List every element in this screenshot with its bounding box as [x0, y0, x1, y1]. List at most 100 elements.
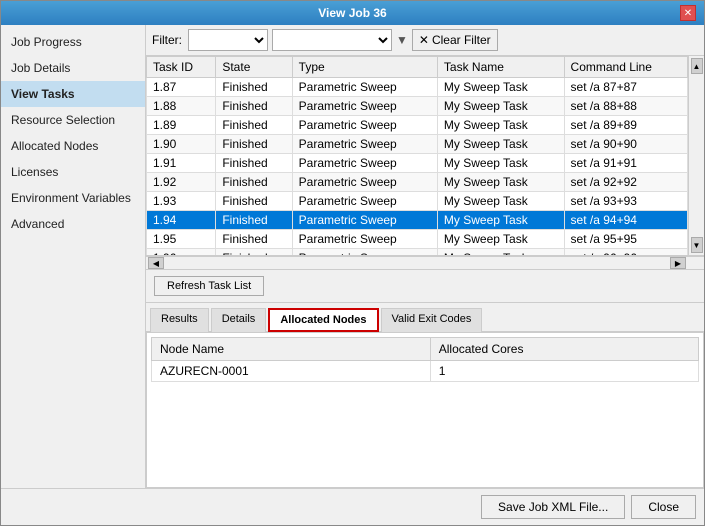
table-row[interactable]: 1.88FinishedParametric SweepMy Sweep Tas…	[147, 97, 688, 116]
table-row[interactable]: 1.92FinishedParametric SweepMy Sweep Tas…	[147, 173, 688, 192]
task-table-wrapper: Task ID State Type Task Name Command Lin…	[146, 56, 704, 256]
cell-type: Parametric Sweep	[292, 230, 437, 249]
horizontal-scrollbar[interactable]: ◀ ▶	[146, 256, 704, 270]
cell-state: Finished	[216, 116, 292, 135]
cell-state: Finished	[216, 192, 292, 211]
col-command-line: Command Line	[564, 57, 687, 78]
refresh-task-list-button[interactable]: Refresh Task List	[154, 276, 264, 296]
table-row[interactable]: 1.93FinishedParametric SweepMy Sweep Tas…	[147, 192, 688, 211]
cell-task_name: My Sweep Task	[437, 78, 564, 97]
sidebar: Job ProgressJob DetailsView TasksResourc…	[1, 25, 146, 488]
task-table-header-row: Task ID State Type Task Name Command Lin…	[147, 57, 688, 78]
cell-state: Finished	[216, 97, 292, 116]
task-table: Task ID State Type Task Name Command Lin…	[146, 56, 688, 256]
window-title: View Job 36	[25, 6, 680, 20]
sidebar-item-resource-selection[interactable]: Resource Selection	[1, 107, 145, 133]
bottom-panel: ResultsDetailsAllocated NodesValid Exit …	[146, 303, 704, 488]
cell-state: Finished	[216, 135, 292, 154]
cell-type: Parametric Sweep	[292, 211, 437, 230]
filter-dropdown-1[interactable]	[188, 29, 268, 51]
cell-type: Parametric Sweep	[292, 192, 437, 211]
cell-type: Parametric Sweep	[292, 249, 437, 257]
refresh-section: Refresh Task List	[146, 270, 704, 303]
table-row[interactable]: 1.94FinishedParametric SweepMy Sweep Tas…	[147, 211, 688, 230]
table-row[interactable]: 1.87FinishedParametric SweepMy Sweep Tas…	[147, 78, 688, 97]
close-button[interactable]: Close	[631, 495, 696, 519]
sidebar-item-view-tasks[interactable]: View Tasks	[1, 81, 145, 107]
sidebar-item-environment-variables[interactable]: Environment Variables	[1, 185, 145, 211]
table-row[interactable]: 1.95FinishedParametric SweepMy Sweep Tas…	[147, 230, 688, 249]
cell-task_id: 1.88	[147, 97, 216, 116]
cell-command_line: set /a 91+91	[564, 154, 687, 173]
action-bar: Save Job XML File... Close	[1, 488, 704, 525]
filter-icon: ▼	[396, 33, 408, 47]
cell-command_line: set /a 89+89	[564, 116, 687, 135]
cell-command_line: set /a 94+94	[564, 211, 687, 230]
tab-details[interactable]: Details	[211, 308, 267, 332]
col-state: State	[216, 57, 292, 78]
cell-command_line: set /a 92+92	[564, 173, 687, 192]
vertical-scrollbar[interactable]: ▲ ▼	[688, 56, 704, 256]
filter-bar: Filter: ▼ ✕ Clear Filter	[146, 25, 704, 56]
title-bar: View Job 36 ✕	[1, 1, 704, 25]
cell-type: Parametric Sweep	[292, 173, 437, 192]
col-node-name: Node Name	[152, 338, 431, 361]
table-row[interactable]: 1.90FinishedParametric SweepMy Sweep Tas…	[147, 135, 688, 154]
cell-task_name: My Sweep Task	[437, 211, 564, 230]
filter-dropdown-2[interactable]	[272, 29, 392, 51]
col-type: Type	[292, 57, 437, 78]
window-body: Job ProgressJob DetailsView TasksResourc…	[1, 25, 704, 488]
table-row[interactable]: 1.96FinishedParametric SweepMy Sweep Tas…	[147, 249, 688, 257]
nodes-table-row: AZURECN-00011	[152, 361, 699, 382]
cell-task_name: My Sweep Task	[437, 97, 564, 116]
cell-task_name: My Sweep Task	[437, 116, 564, 135]
cell-task_id: 1.87	[147, 78, 216, 97]
cell-command_line: set /a 87+87	[564, 78, 687, 97]
cell-task_id: 1.92	[147, 173, 216, 192]
cell-type: Parametric Sweep	[292, 154, 437, 173]
tab-results[interactable]: Results	[150, 308, 209, 332]
main-content: Filter: ▼ ✕ Clear Filter	[146, 25, 704, 488]
sidebar-item-licenses[interactable]: Licenses	[1, 159, 145, 185]
clear-filter-x-icon: ✕	[419, 33, 429, 47]
clear-filter-label: Clear Filter	[432, 33, 491, 47]
allocated-cores-cell: 1	[430, 361, 698, 382]
cell-state: Finished	[216, 211, 292, 230]
cell-type: Parametric Sweep	[292, 78, 437, 97]
clear-filter-button[interactable]: ✕ Clear Filter	[412, 29, 498, 51]
cell-task_name: My Sweep Task	[437, 173, 564, 192]
sidebar-item-job-progress[interactable]: Job Progress	[1, 29, 145, 55]
sidebar-item-advanced[interactable]: Advanced	[1, 211, 145, 237]
cell-state: Finished	[216, 249, 292, 257]
save-job-xml-button[interactable]: Save Job XML File...	[481, 495, 625, 519]
cell-task_name: My Sweep Task	[437, 192, 564, 211]
cell-type: Parametric Sweep	[292, 135, 437, 154]
cell-state: Finished	[216, 173, 292, 192]
sidebar-item-job-details[interactable]: Job Details	[1, 55, 145, 81]
tab-valid-exit-codes[interactable]: Valid Exit Codes	[381, 308, 483, 332]
nodes-table: Node Name Allocated Cores AZURECN-00011	[151, 337, 699, 382]
cell-task_id: 1.95	[147, 230, 216, 249]
cell-command_line: set /a 96+96	[564, 249, 687, 257]
sidebar-item-allocated-nodes[interactable]: Allocated Nodes	[1, 133, 145, 159]
cell-type: Parametric Sweep	[292, 116, 437, 135]
cell-state: Finished	[216, 230, 292, 249]
cell-task_id: 1.94	[147, 211, 216, 230]
table-row[interactable]: 1.89FinishedParametric SweepMy Sweep Tas…	[147, 116, 688, 135]
cell-task_id: 1.90	[147, 135, 216, 154]
col-task-name: Task Name	[437, 57, 564, 78]
cell-type: Parametric Sweep	[292, 97, 437, 116]
node-name-cell: AZURECN-0001	[152, 361, 431, 382]
tab-allocated-nodes[interactable]: Allocated Nodes	[268, 308, 378, 332]
cell-task_id: 1.89	[147, 116, 216, 135]
cell-task_name: My Sweep Task	[437, 154, 564, 173]
tabs-bar: ResultsDetailsAllocated NodesValid Exit …	[146, 303, 704, 332]
table-row[interactable]: 1.91FinishedParametric SweepMy Sweep Tas…	[147, 154, 688, 173]
task-table-container[interactable]: Task ID State Type Task Name Command Lin…	[146, 56, 688, 256]
main-window: View Job 36 ✕ Job ProgressJob DetailsVie…	[0, 0, 705, 526]
nodes-table-header: Node Name Allocated Cores	[152, 338, 699, 361]
cell-command_line: set /a 93+93	[564, 192, 687, 211]
cell-task_id: 1.96	[147, 249, 216, 257]
close-window-button[interactable]: ✕	[680, 5, 696, 21]
cell-task_name: My Sweep Task	[437, 249, 564, 257]
